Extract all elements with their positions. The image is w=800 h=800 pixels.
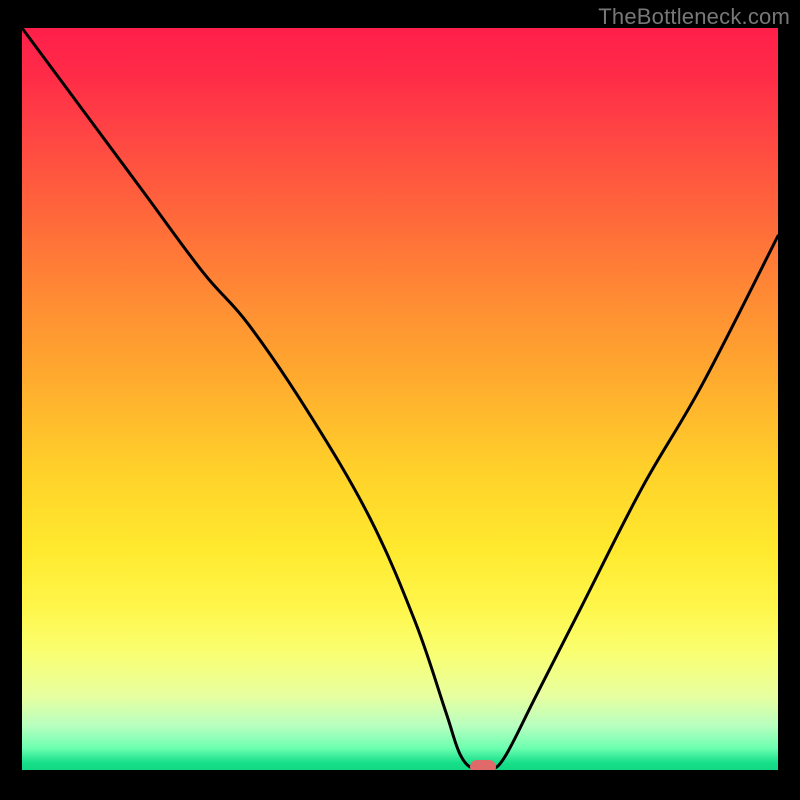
optimal-point-marker [470, 760, 496, 770]
bottleneck-curve-path [22, 28, 778, 770]
bottleneck-curve [22, 28, 778, 770]
plot-area [22, 28, 778, 770]
watermark-text: TheBottleneck.com [598, 4, 790, 30]
chart-frame: TheBottleneck.com [0, 0, 800, 800]
